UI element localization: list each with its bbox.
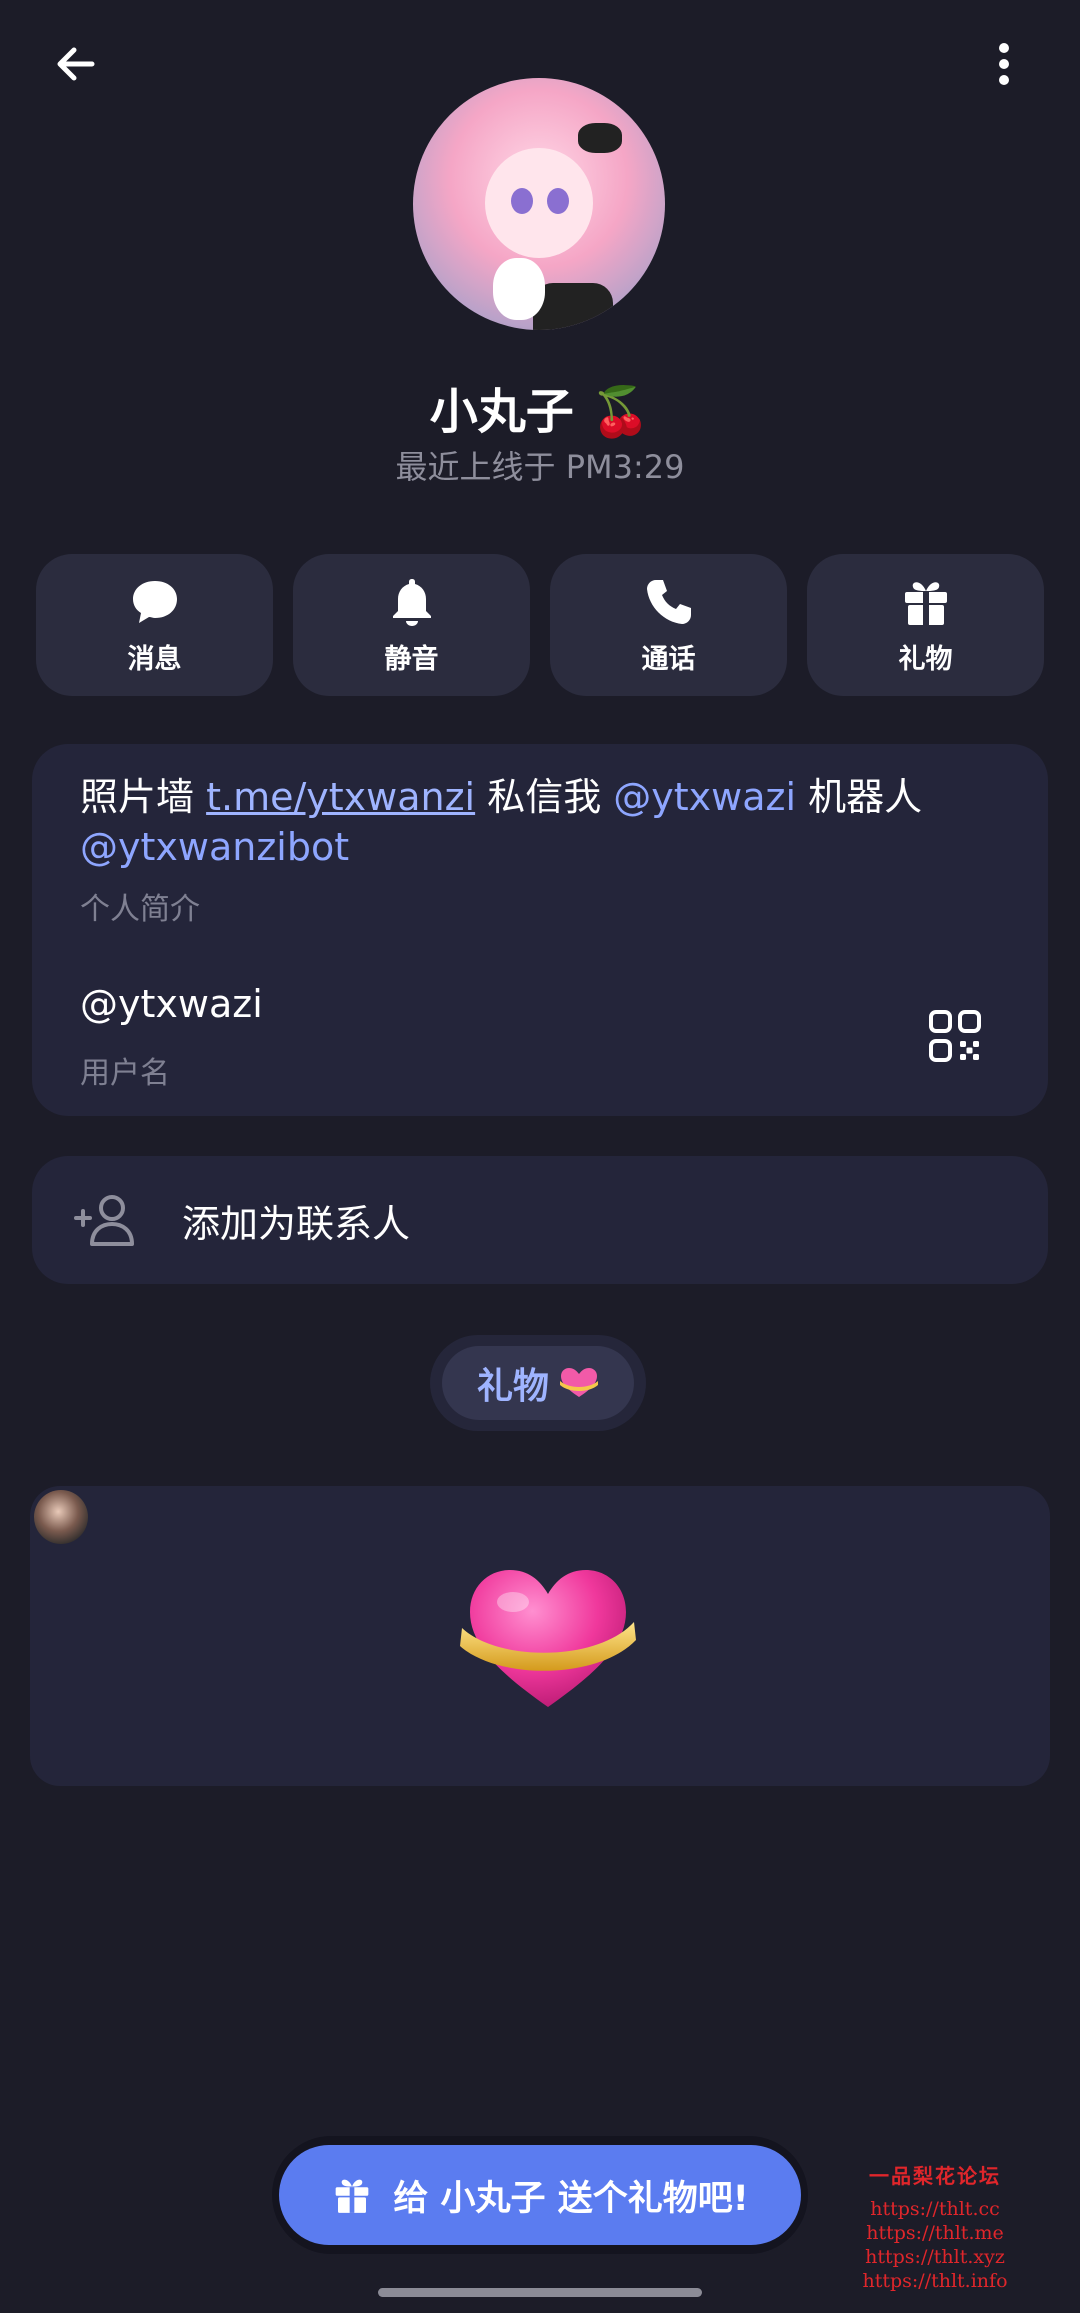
add-contact-label: 添加为联系人 xyxy=(182,1201,411,1246)
more-vertical-icon xyxy=(999,43,1009,85)
call-button[interactable]: 通话 xyxy=(550,554,787,696)
send-gift-button[interactable]: 给 小丸子 送个礼物吧! xyxy=(279,2145,801,2245)
info-card: 照片墙 t.me/ytxwanzi 私信我 @ytxwazi 机器人 @ytxw… xyxy=(32,744,1048,1116)
watermark: 一品梨花论坛 https://thlt.cc https://thlt.me h… xyxy=(862,2164,1008,2292)
action-row: 消息 静音 通话 礼物 xyxy=(36,554,1044,696)
gift-item[interactable] xyxy=(30,1486,1050,1786)
cherry-emoji-icon: 🍒 xyxy=(590,384,651,440)
gift-sender-avatar[interactable] xyxy=(34,1490,88,1544)
gift-icon xyxy=(904,581,947,625)
send-gift-label: 给 小丸子 送个礼物吧! xyxy=(393,2178,749,2219)
add-contact-button[interactable]: 添加为联系人 xyxy=(32,1156,1048,1284)
heart-ribbon-gift-icon xyxy=(460,1570,636,1707)
qr-code-icon[interactable] xyxy=(928,1009,982,1063)
home-indicator[interactable] xyxy=(378,2288,702,2297)
add-person-icon xyxy=(74,1195,134,1246)
gifts-tab-label: 礼物 xyxy=(476,1366,549,1407)
mute-button[interactable]: 静音 xyxy=(293,554,530,696)
bio-link[interactable]: t.me/ytxwanzi xyxy=(206,775,475,819)
back-button[interactable] xyxy=(40,28,112,100)
bio-label: 个人简介 xyxy=(80,892,200,927)
gifts-tab[interactable]: 礼物 xyxy=(430,1335,646,1431)
arrow-left-icon xyxy=(57,47,95,81)
profile-screen: 小丸子 🍒 最近上线于 PM3:29 消息 静音 通话 礼物 照片墙 t.me/… xyxy=(0,0,1080,2313)
profile-name: 小丸子 🍒 xyxy=(429,384,651,440)
profile-avatar[interactable] xyxy=(413,78,665,330)
message-button[interactable]: 消息 xyxy=(36,554,273,696)
chat-bubble-icon xyxy=(132,580,177,623)
last-seen-status: 最近上线于 PM3:29 xyxy=(395,448,685,486)
username[interactable]: @ytxwazi xyxy=(80,982,263,1026)
bio-mention-user[interactable]: @ytxwazi xyxy=(613,775,796,819)
bell-icon xyxy=(392,578,431,626)
gift-icon xyxy=(335,2179,369,2213)
phone-icon xyxy=(646,579,691,624)
heart-ribbon-icon xyxy=(560,1368,598,1397)
bio-text[interactable]: 照片墙 t.me/ytxwanzi 私信我 @ytxwazi 机器人 @ytxw… xyxy=(80,772,1000,872)
gift-button[interactable]: 礼物 xyxy=(807,554,1044,696)
more-options-button[interactable] xyxy=(968,28,1040,100)
bio-mention-bot[interactable]: @ytxwanzibot xyxy=(80,825,349,869)
username-label: 用户名 xyxy=(80,1056,170,1091)
